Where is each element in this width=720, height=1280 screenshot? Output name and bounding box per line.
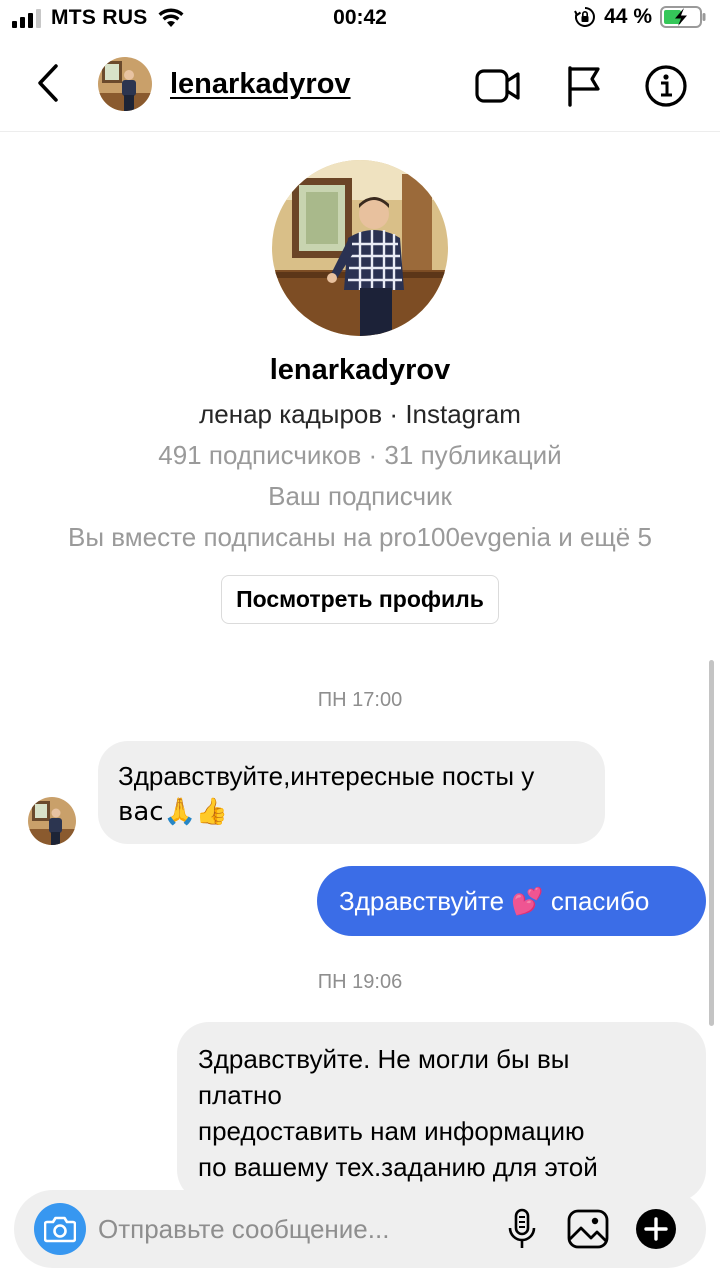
message-text: Здравствуйте,интересные посты у (118, 761, 535, 791)
camera-icon (44, 1216, 76, 1243)
back-chevron-icon (38, 64, 58, 102)
message-text: Здравствуйте. Не могли бы вы (198, 1044, 570, 1074)
message-text: предоставить нам информацию (198, 1116, 585, 1146)
back-button[interactable] (28, 60, 68, 106)
sender-avatar[interactable] (28, 797, 76, 845)
orientation-lock-icon (574, 7, 596, 27)
header-avatar[interactable] (98, 57, 152, 111)
gallery-button[interactable] (566, 1207, 610, 1251)
report-button[interactable] (560, 62, 608, 110)
header-username[interactable]: lenarkadyrov (170, 68, 351, 101)
message-input[interactable] (98, 1204, 498, 1254)
follows-you-label: Ваш подписчик (268, 481, 452, 511)
profile-username: lenarkadyrov (269, 354, 451, 386)
battery-charging-icon (660, 6, 706, 28)
profile-card: lenarkadyrov ленар кадыров · Instagram 4… (0, 160, 720, 624)
chat-header: lenarkadyrov (0, 40, 720, 132)
profile-full-name: ленар кадыров · Instagram (199, 399, 521, 429)
profile-stats: 491 подписчиков · 31 публикаций (158, 440, 562, 470)
voice-message-button[interactable] (500, 1207, 544, 1251)
info-button[interactable] (642, 62, 690, 110)
info-icon (645, 65, 687, 107)
video-call-icon (475, 69, 520, 103)
plus-icon (636, 1209, 676, 1249)
profile-avatar[interactable] (272, 160, 448, 336)
battery-percent: 44 % (604, 5, 652, 28)
message-text: платно (198, 1080, 282, 1110)
outgoing-message[interactable]: Здравствуйте 💕 спасибо (317, 866, 706, 936)
outgoing-message[interactable]: Здравствуйте. Не могли бы вы платно пред… (177, 1022, 706, 1202)
camera-button[interactable] (34, 1203, 86, 1255)
video-call-button[interactable] (474, 62, 522, 110)
message-text: Здравствуйте 💕 спасибо (339, 886, 650, 916)
timestamp: ПН 19:06 (317, 971, 403, 993)
status-bar: MTS RUS 00:42 44 % (0, 0, 720, 40)
timestamp: ПН 17:00 (317, 689, 403, 711)
view-profile-button[interactable]: Посмотреть профиль (221, 575, 499, 624)
scrollbar[interactable] (709, 660, 714, 1026)
incoming-message[interactable]: Здравствуйте,интересные посты у вас🙏👍 (98, 741, 605, 844)
flag-icon (568, 66, 600, 107)
gallery-icon (567, 1209, 609, 1249)
message-composer (14, 1190, 706, 1268)
mutual-follows: Вы вместе подписаны на pro100evgenia и е… (68, 522, 652, 552)
message-text: вас🙏👍 (118, 797, 229, 827)
microphone-icon (508, 1208, 536, 1248)
message-text: по вашему тех.заданию для этой (198, 1152, 598, 1182)
more-options-button[interactable] (634, 1207, 678, 1251)
